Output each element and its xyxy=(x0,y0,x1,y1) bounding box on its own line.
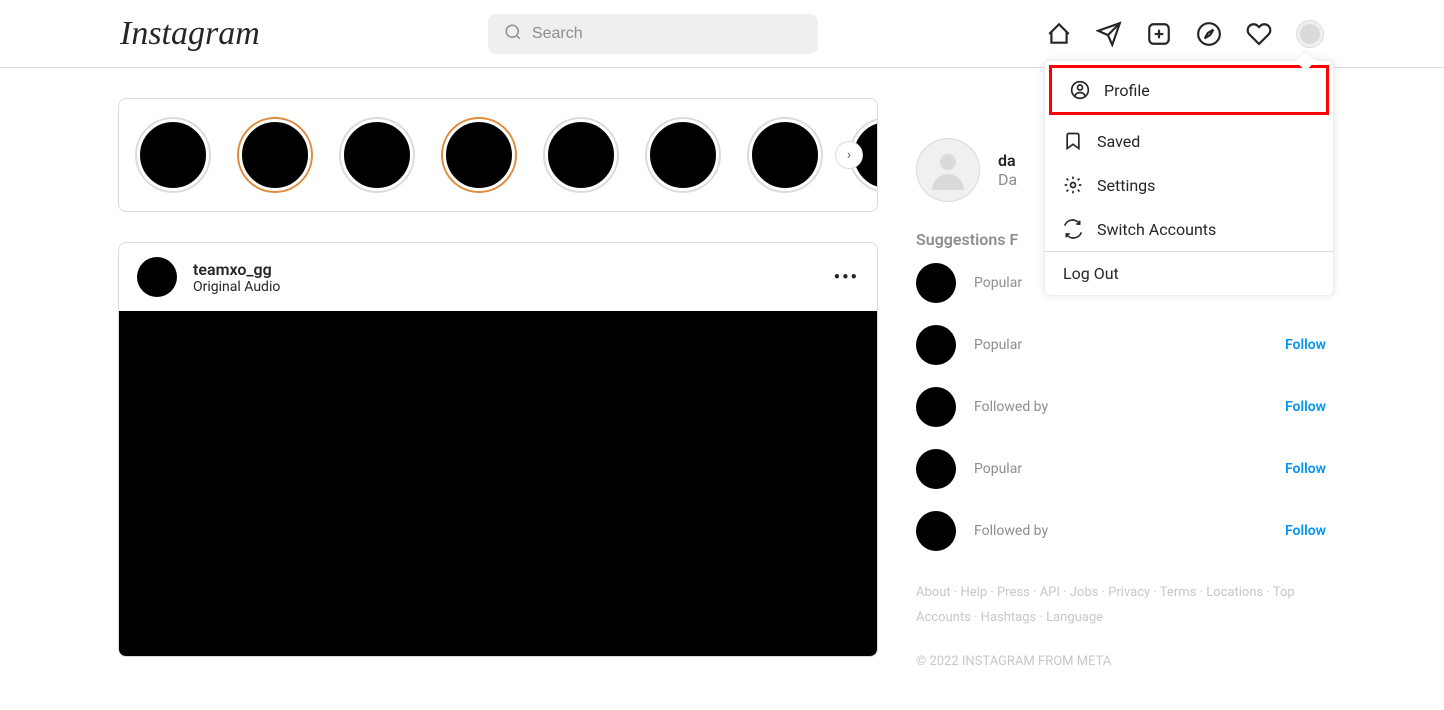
home-icon[interactable] xyxy=(1046,21,1072,47)
current-user-avatar[interactable] xyxy=(916,138,980,202)
suggestion-item: Followed by Follow xyxy=(916,511,1326,551)
story-item[interactable] xyxy=(137,119,209,191)
post-username[interactable]: teamxo_gg xyxy=(193,260,280,279)
feed: › teamxo_gg Original Audio ••• xyxy=(118,98,878,669)
suggestion-avatar[interactable] xyxy=(916,511,956,551)
copyright: © 2022 INSTAGRAM FROM META xyxy=(916,654,1326,669)
explore-icon[interactable] xyxy=(1196,21,1222,47)
footer-link[interactable]: About xyxy=(916,585,951,600)
post-avatar[interactable] xyxy=(137,257,177,297)
header: Instagram Profile xyxy=(0,0,1444,68)
follow-button[interactable]: Follow xyxy=(1285,461,1326,477)
suggestion-item: Popular Follow xyxy=(916,325,1326,365)
post-header: teamxo_gg Original Audio ••• xyxy=(119,243,877,311)
footer-link[interactable]: Language xyxy=(1046,610,1103,625)
dropdown-saved[interactable]: Saved xyxy=(1045,119,1333,163)
suggestion-item: Followed by Follow xyxy=(916,387,1326,427)
current-user-display: Da xyxy=(998,170,1017,189)
post-media[interactable] xyxy=(119,311,877,656)
instagram-logo[interactable]: Instagram xyxy=(120,15,260,53)
dropdown-settings-label: Settings xyxy=(1097,176,1155,195)
suggestion-subtitle: Followed by xyxy=(974,399,1048,415)
post-more-button[interactable]: ••• xyxy=(834,267,859,288)
search-container xyxy=(488,14,818,54)
footer-link[interactable]: Hashtags xyxy=(981,610,1037,625)
suggestion-subtitle: Popular xyxy=(974,337,1022,353)
suggestion-avatar[interactable] xyxy=(916,387,956,427)
dropdown-saved-label: Saved xyxy=(1097,132,1140,151)
suggestion-avatar[interactable] xyxy=(916,263,956,303)
stories-next-button[interactable]: › xyxy=(835,141,863,169)
post-subtitle[interactable]: Original Audio xyxy=(193,279,280,295)
dropdown-switch-label: Switch Accounts xyxy=(1097,220,1216,239)
footer-link[interactable]: Terms xyxy=(1160,585,1197,600)
story-item[interactable] xyxy=(749,119,821,191)
footer-link[interactable]: Locations xyxy=(1206,585,1263,600)
profile-dropdown: Profile Saved Settings Switch Accounts L… xyxy=(1044,60,1334,296)
story-item[interactable] xyxy=(545,119,617,191)
footer-links: About · Help · Press · API · Jobs · Priv… xyxy=(916,581,1326,630)
footer-link[interactable]: Press xyxy=(997,585,1030,600)
footer-link[interactable]: Jobs xyxy=(1070,585,1099,600)
dropdown-profile-label: Profile xyxy=(1104,81,1150,100)
post: teamxo_gg Original Audio ••• xyxy=(118,242,878,657)
stories-tray: › xyxy=(118,98,878,212)
story-item[interactable] xyxy=(443,119,515,191)
story-item[interactable] xyxy=(239,119,311,191)
dropdown-logout[interactable]: Log Out xyxy=(1045,252,1333,295)
suggestion-item: Popular Follow xyxy=(916,449,1326,489)
dropdown-logout-label: Log Out xyxy=(1063,264,1119,283)
nav-icons xyxy=(1046,20,1324,48)
footer-link[interactable]: Help xyxy=(960,585,987,600)
bookmark-icon xyxy=(1063,131,1083,151)
new-post-icon[interactable] xyxy=(1146,21,1172,47)
follow-button[interactable]: Follow xyxy=(1285,399,1326,415)
story-item[interactable] xyxy=(341,119,413,191)
dropdown-switch[interactable]: Switch Accounts xyxy=(1045,207,1333,251)
suggestion-avatar[interactable] xyxy=(916,449,956,489)
dropdown-settings[interactable]: Settings xyxy=(1045,163,1333,207)
profile-avatar-nav[interactable] xyxy=(1296,20,1324,48)
footer-link[interactable]: API xyxy=(1040,585,1060,600)
search-icon xyxy=(504,23,522,45)
follow-button[interactable]: Follow xyxy=(1285,337,1326,353)
suggestion-subtitle: Followed by xyxy=(974,523,1048,539)
activity-icon[interactable] xyxy=(1246,21,1272,47)
dropdown-profile[interactable]: Profile xyxy=(1049,65,1329,115)
footer-link[interactable]: Privacy xyxy=(1108,585,1150,600)
search-input[interactable] xyxy=(488,14,818,54)
messages-icon[interactable] xyxy=(1096,21,1122,47)
profile-icon xyxy=(1070,80,1090,100)
follow-button[interactable]: Follow xyxy=(1285,523,1326,539)
suggestion-subtitle: Popular xyxy=(974,461,1022,477)
suggestion-avatar[interactable] xyxy=(916,325,956,365)
story-item[interactable] xyxy=(647,119,719,191)
gear-icon xyxy=(1063,175,1083,195)
current-user-name[interactable]: da xyxy=(998,151,1017,170)
suggestion-subtitle: Popular xyxy=(974,275,1022,291)
switch-icon xyxy=(1063,219,1083,239)
